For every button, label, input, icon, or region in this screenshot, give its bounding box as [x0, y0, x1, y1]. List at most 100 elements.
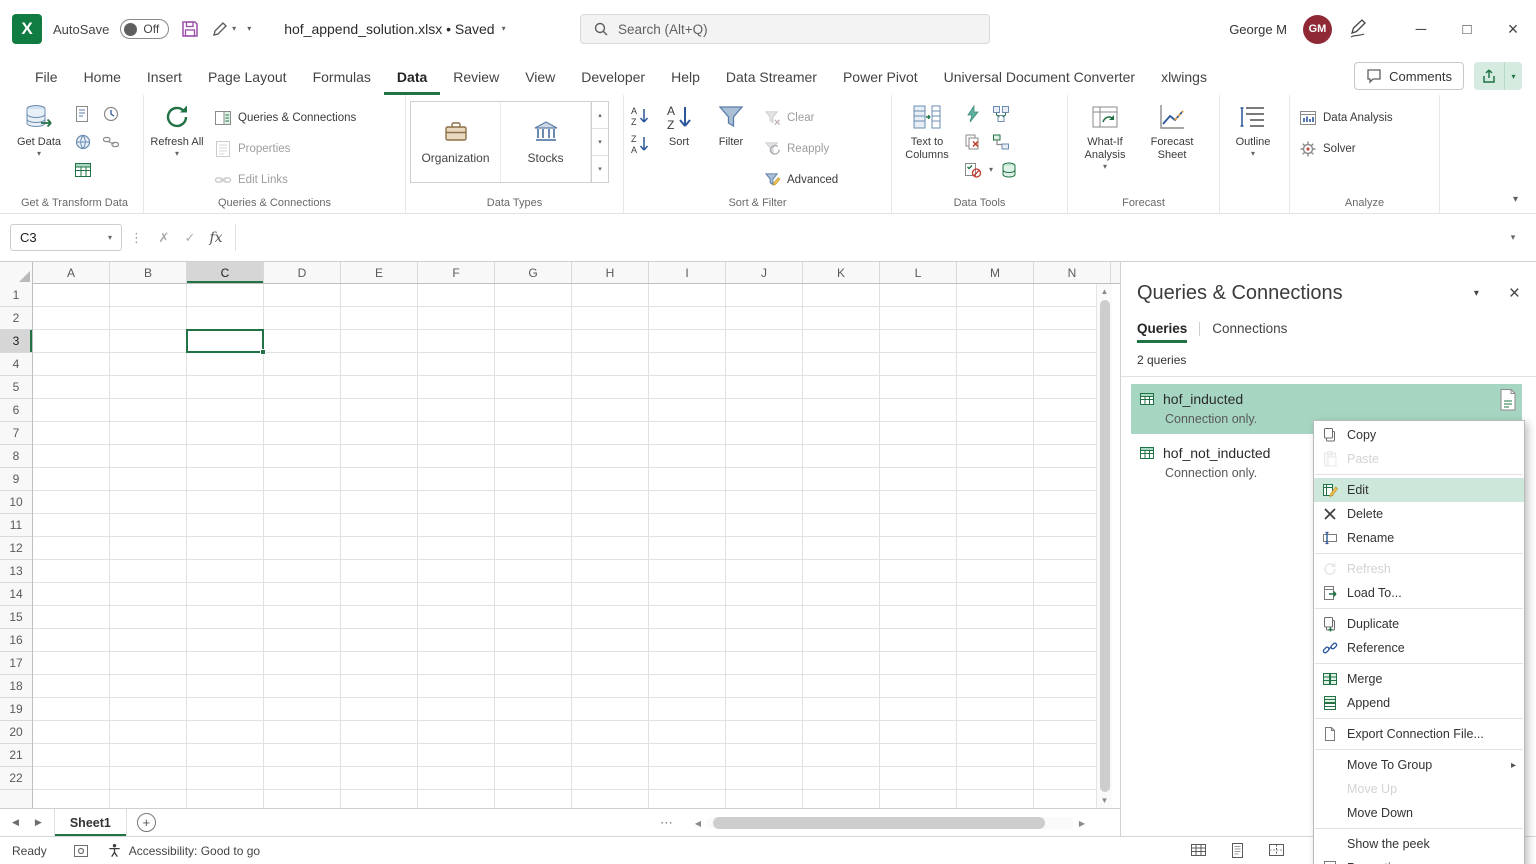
column-header-m[interactable]: M	[957, 262, 1034, 283]
context-menu-item-edit[interactable]: Edit	[1314, 478, 1524, 502]
column-header-e[interactable]: E	[341, 262, 418, 283]
search-box[interactable]: Search (Alt+Q)	[580, 14, 990, 44]
accessibility-status[interactable]: Accessibility: Good to go	[107, 843, 260, 858]
context-menu-item-properties[interactable]: Properties...	[1314, 856, 1524, 864]
maximize-button[interactable]: □	[1444, 0, 1490, 58]
pane-close-icon[interactable]: ×	[1509, 284, 1520, 303]
sort-descending-button[interactable]: ZA	[628, 132, 652, 156]
save-icon[interactable]	[180, 19, 200, 39]
queries-connections-button[interactable]: Queries & Connections	[209, 104, 361, 131]
scroll-up-icon[interactable]: ▲	[1097, 284, 1112, 299]
column-header-c[interactable]: C	[187, 262, 264, 283]
manage-data-model-button[interactable]	[997, 158, 1021, 182]
ribbon-tab-developer[interactable]: Developer	[568, 58, 658, 95]
row-header-14[interactable]: 14	[0, 583, 32, 606]
column-header-j[interactable]: J	[726, 262, 803, 283]
context-menu-item-merge[interactable]: Merge	[1314, 667, 1524, 691]
macro-record-icon[interactable]	[73, 843, 89, 859]
ribbon-tab-data-streamer[interactable]: Data Streamer	[713, 58, 830, 95]
vertical-scrollbar-thumb[interactable]	[1100, 300, 1110, 792]
query-peek-icon[interactable]	[1498, 388, 1518, 412]
refresh-all-button[interactable]: Refresh All▾	[148, 98, 206, 158]
row-header-9[interactable]: 9	[0, 468, 32, 491]
data-validation-dropdown-icon[interactable]: ▾	[989, 166, 993, 174]
data-analysis-button[interactable]: Data Analysis	[1294, 104, 1398, 131]
ribbon-tab-universal-document-converter[interactable]: Universal Document Converter	[931, 58, 1148, 95]
row-header-20[interactable]: 20	[0, 721, 32, 744]
column-header-d[interactable]: D	[264, 262, 341, 283]
new-sheet-button[interactable]: +	[137, 813, 156, 832]
pane-tab-queries[interactable]: Queries	[1137, 321, 1187, 343]
expand-formula-bar-icon[interactable]: ▾	[1500, 232, 1526, 243]
data-type-card-stocks[interactable]: Stocks	[501, 102, 591, 182]
close-button[interactable]: ×	[1490, 0, 1536, 58]
context-menu-item-reference[interactable]: Reference	[1314, 636, 1524, 660]
sheet-tab-sheet1[interactable]: Sheet1	[54, 809, 127, 836]
context-menu-item-show-the-peek[interactable]: Show the peek	[1314, 832, 1524, 856]
select-all-corner[interactable]	[0, 262, 33, 284]
text-to-columns-button[interactable]: Text to Columns	[896, 98, 958, 162]
sort-button[interactable]: AZ Sort	[655, 98, 703, 149]
row-header-18[interactable]: 18	[0, 675, 32, 698]
insert-function-icon[interactable]: fx	[203, 225, 229, 251]
relationships-button[interactable]	[989, 130, 1013, 154]
sort-ascending-button[interactable]: AZ	[628, 104, 652, 128]
ribbon-tab-data[interactable]: Data	[384, 58, 440, 95]
column-header-k[interactable]: K	[803, 262, 880, 283]
column-header-l[interactable]: L	[880, 262, 957, 283]
ribbon-tab-view[interactable]: View	[512, 58, 568, 95]
data-validation-button[interactable]	[961, 158, 985, 182]
ribbon-tab-insert[interactable]: Insert	[134, 58, 195, 95]
normal-view-button[interactable]	[1190, 842, 1207, 859]
row-header-7[interactable]: 7	[0, 422, 32, 445]
gallery-down-icon[interactable]: ▾	[592, 128, 608, 155]
row-header-5[interactable]: 5	[0, 376, 32, 399]
collapse-ribbon-icon[interactable]: ▾	[1513, 194, 1518, 205]
from-text-csv-button[interactable]	[71, 102, 95, 126]
vertical-scrollbar[interactable]: ▲ ▼	[1096, 284, 1112, 808]
customize-quick-access-icon[interactable]: ▾	[247, 25, 251, 33]
from-table-range-button[interactable]	[71, 158, 95, 182]
gallery-up-icon[interactable]: ▴	[592, 102, 608, 128]
row-header-13[interactable]: 13	[0, 560, 32, 583]
what-if-analysis-button[interactable]: What-If Analysis▾	[1072, 98, 1138, 171]
gallery-more-icon[interactable]: ▾	[592, 155, 608, 182]
consolidate-button[interactable]	[989, 102, 1013, 126]
name-box-resizer[interactable]: ⋮	[130, 230, 143, 246]
row-header-4[interactable]: 4	[0, 353, 32, 376]
ribbon-tab-xlwings[interactable]: xlwings	[1148, 58, 1220, 95]
column-header-h[interactable]: H	[572, 262, 649, 283]
context-menu-item-append[interactable]: Append	[1314, 691, 1524, 715]
autosave-toggle[interactable]: Off	[120, 19, 169, 39]
row-header-12[interactable]: 12	[0, 537, 32, 560]
row-header-11[interactable]: 11	[0, 514, 32, 537]
ribbon-tab-page-layout[interactable]: Page Layout	[195, 58, 300, 95]
horizontal-scrollbar-thumb[interactable]	[713, 817, 1044, 829]
filter-button[interactable]: Filter	[706, 98, 756, 149]
ink-pen-icon[interactable]	[1348, 19, 1368, 39]
row-header-2[interactable]: 2	[0, 307, 32, 330]
ribbon-tab-review[interactable]: Review	[440, 58, 512, 95]
fill-handle[interactable]	[260, 349, 266, 355]
sheet-tab-splitter[interactable]: ⋯	[660, 809, 673, 837]
user-name[interactable]: George M	[1229, 22, 1287, 37]
page-break-view-button[interactable]	[1268, 842, 1285, 859]
avatar[interactable]: GM	[1303, 15, 1332, 44]
ribbon-tab-help[interactable]: Help	[658, 58, 713, 95]
context-menu-item-copy[interactable]: Copy	[1314, 423, 1524, 447]
excel-logo-icon[interactable]: X	[12, 14, 42, 44]
scroll-left-icon[interactable]: ◀	[690, 819, 706, 828]
context-menu-item-delete[interactable]: Delete	[1314, 502, 1524, 526]
row-header-19[interactable]: 19	[0, 698, 32, 721]
pane-options-icon[interactable]: ▾	[1474, 288, 1479, 299]
from-web-button[interactable]	[71, 130, 95, 154]
row-header-17[interactable]: 17	[0, 652, 32, 675]
get-data-button[interactable]: Get Data▾	[10, 98, 68, 158]
share-dropdown-icon[interactable]: ▾	[1504, 62, 1522, 90]
grid-cells[interactable]	[33, 284, 1111, 808]
solver-button[interactable]: Solver	[1294, 135, 1398, 162]
share-button[interactable]: ▾	[1474, 62, 1522, 90]
row-header-15[interactable]: 15	[0, 606, 32, 629]
row-header-3[interactable]: 3	[0, 330, 32, 353]
ribbon-tab-home[interactable]: Home	[71, 58, 134, 95]
